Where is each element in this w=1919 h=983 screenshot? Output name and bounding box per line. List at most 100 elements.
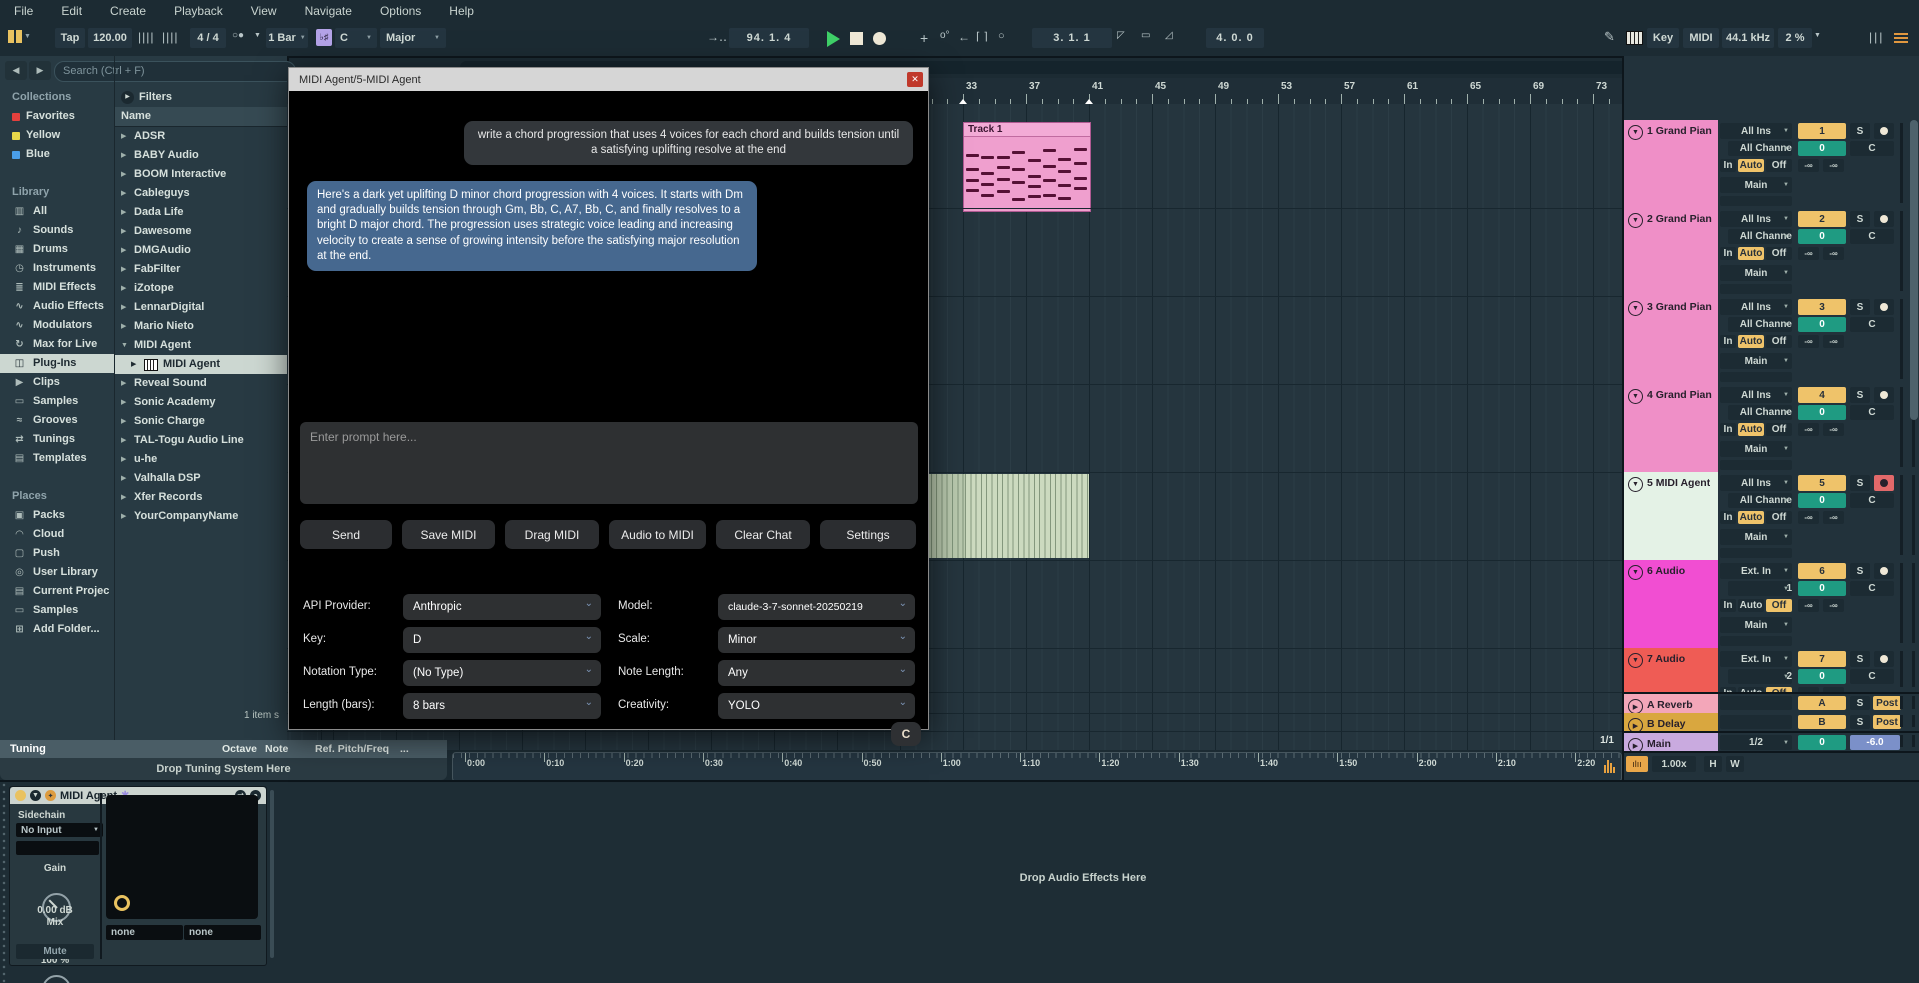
h-zoom-button[interactable]: H [1704, 756, 1722, 772]
sidebar-item-midi-effects[interactable]: ≣MIDI Effects [0, 278, 114, 297]
tempo-field[interactable]: 120.00 [88, 28, 132, 48]
track-extra-field[interactable] [1720, 636, 1792, 646]
creativity-dropdown[interactable]: YOLO⌄ [718, 693, 915, 719]
vendor-row[interactable]: ▶Cableguys [115, 184, 288, 203]
arm-button[interactable] [1874, 563, 1894, 579]
sidebar-item-audio-effects[interactable]: ∿Audio Effects [0, 297, 114, 316]
menu-item-options[interactable]: Options [366, 0, 435, 22]
volume-field-2[interactable]: -∞ [1823, 687, 1844, 694]
vendor-row[interactable]: ▶iZotope [115, 279, 288, 298]
monitor-in-button[interactable]: In [1720, 247, 1736, 260]
punch-out-icon[interactable]: ◿ [1165, 30, 1173, 41]
claude-logo-button[interactable]: C [891, 722, 921, 746]
notation-type-dropdown[interactable]: (No Type)⌄ [403, 660, 601, 686]
track-input-select[interactable]: All Ins▼ [1720, 211, 1792, 227]
crossfade-assign-box[interactable]: C [1850, 493, 1894, 508]
automation-arm-icon[interactable]: o° [940, 30, 950, 41]
overdub-plus-icon[interactable]: + [920, 30, 928, 46]
nudge-down-icon[interactable]: |||| [138, 30, 154, 44]
vendor-row[interactable]: ▶Dawesome [115, 222, 288, 241]
post-toggle[interactable]: Post [1873, 696, 1901, 710]
wrench-icon[interactable]: ✦ [45, 790, 56, 801]
vendor-row[interactable]: ▶u-he [115, 450, 288, 469]
volume-field-2[interactable]: -∞ [1823, 599, 1844, 612]
sidebar-item-blue[interactable]: Blue [0, 145, 114, 164]
arm-button[interactable] [1874, 387, 1894, 403]
track-output-select[interactable]: Main▼ [1720, 441, 1792, 457]
prompt-input[interactable] [300, 422, 918, 504]
monitor-in-button[interactable]: In [1720, 599, 1736, 612]
menu-item-edit[interactable]: Edit [47, 0, 96, 22]
arm-button[interactable] [1874, 211, 1894, 227]
expand-arrow-icon[interactable]: ▶ [121, 431, 129, 450]
track-input-select[interactable]: All Ins▼ [1720, 123, 1792, 139]
pan-box[interactable]: 0 [1798, 669, 1846, 684]
track-fold-icon[interactable]: ▼ [1628, 125, 1643, 140]
dialog-title-bar[interactable]: MIDI Agent/5-MIDI Agent ✕ [289, 68, 928, 91]
expand-arrow-icon[interactable]: ▶ [121, 374, 129, 393]
note-length-dropdown[interactable]: Any⌄ [718, 660, 915, 686]
volume-field-2[interactable]: -∞ [1823, 423, 1844, 436]
volume-field-2[interactable]: -∞ [1823, 159, 1844, 172]
time-signature-field[interactable]: 4 / 4 [190, 28, 226, 48]
track-output-select[interactable]: Main▼ [1720, 529, 1792, 545]
track-output-select[interactable]: Main▼ [1720, 265, 1792, 281]
track-number-box[interactable]: 3 [1798, 299, 1846, 315]
sidebar-item-modulators[interactable]: ∿Modulators [0, 316, 114, 335]
stop-button[interactable] [850, 32, 863, 45]
track-number-box[interactable]: 1 [1798, 123, 1846, 139]
menu-item-view[interactable]: View [237, 0, 291, 22]
vendor-row[interactable]: ▶Sonic Academy [115, 393, 288, 412]
track-name-block[interactable]: ▼7 Audio [1624, 648, 1718, 692]
solo-button[interactable]: S [1850, 475, 1870, 491]
track-name-block[interactable]: ▼4 Grand Pian [1624, 384, 1718, 472]
sidebar-item-max-for-live[interactable]: ↻Max for Live [0, 335, 114, 354]
crossfade-assign-box[interactable]: C [1850, 141, 1894, 156]
sidebar-item-packs[interactable]: ▣Packs [0, 506, 114, 525]
return-input-field[interactable] [1720, 715, 1792, 729]
expand-arrow-icon[interactable]: ▶ [121, 469, 129, 488]
pan-box[interactable]: 0 [1798, 317, 1846, 332]
monitor-off-button[interactable]: Off [1766, 511, 1792, 524]
arm-button[interactable] [1874, 299, 1894, 315]
menu-item-file[interactable]: File [0, 0, 47, 22]
monitor-in-button[interactable]: In [1720, 159, 1736, 172]
volume-field[interactable]: -∞ [1798, 687, 1819, 694]
sidebar-item-clips[interactable]: ▶Clips [0, 373, 114, 392]
solo-button[interactable]: S [1850, 563, 1870, 579]
quantize-menu[interactable]: 1 Bar▼ [266, 28, 308, 48]
audio-to-midi-button[interactable]: Audio to MIDI [609, 520, 706, 549]
tuning-ref-label[interactable]: Ref. Pitch/Freq [315, 743, 389, 755]
tuning-note-label[interactable]: Note [265, 743, 288, 755]
pan-box[interactable]: 0 [1798, 493, 1846, 508]
crossfade-assign-box[interactable]: C [1850, 581, 1894, 596]
play-button[interactable] [827, 31, 840, 47]
monitor-off-button[interactable]: Off [1766, 687, 1792, 694]
groove-icon[interactable]: ○● [232, 30, 244, 41]
expand-arrow-icon[interactable]: ▶ [121, 412, 129, 431]
pan-box[interactable]: 0 [1798, 405, 1846, 420]
monitor-auto-button[interactable]: Auto [1738, 423, 1764, 436]
expand-arrow-icon[interactable]: ▶ [121, 146, 129, 165]
tuning-octave-label[interactable]: Octave [222, 743, 257, 755]
vendor-row[interactable]: ▶FabFilter [115, 260, 288, 279]
arm-button[interactable] [1874, 651, 1894, 667]
device-fold-icon[interactable]: ▼ [30, 790, 41, 801]
follow-playhead-icon[interactable]: →‥ [707, 30, 727, 44]
filters-expand-icon[interactable]: ▶ [121, 91, 134, 104]
panel-scrollbar[interactable] [1910, 120, 1918, 420]
sidebar-item-current-projec[interactable]: ▤Current Projec [0, 582, 114, 601]
track-input-select[interactable]: Ext. In▼ [1720, 563, 1792, 579]
expand-arrow-icon[interactable]: ▶ [121, 222, 129, 241]
expand-arrow-icon[interactable]: ▶ [121, 184, 129, 203]
monitor-auto-button[interactable]: Auto [1738, 599, 1764, 612]
monitor-off-button[interactable]: Off [1766, 159, 1792, 172]
expand-arrow-icon[interactable]: ▶ [121, 260, 129, 279]
monitor-auto-button[interactable]: Auto [1738, 335, 1764, 348]
loop-start-field[interactable]: 3. 1. 1 [1032, 28, 1112, 48]
crossfade-assign-box[interactable]: C [1850, 669, 1894, 684]
track-name-block[interactable]: ▼2 Grand Pian [1624, 208, 1718, 296]
mute-button[interactable]: Mute [16, 944, 94, 959]
track-fold-icon[interactable]: ▼ [1628, 301, 1643, 316]
vendor-row[interactable]: ▶DMGAudio [115, 241, 288, 260]
